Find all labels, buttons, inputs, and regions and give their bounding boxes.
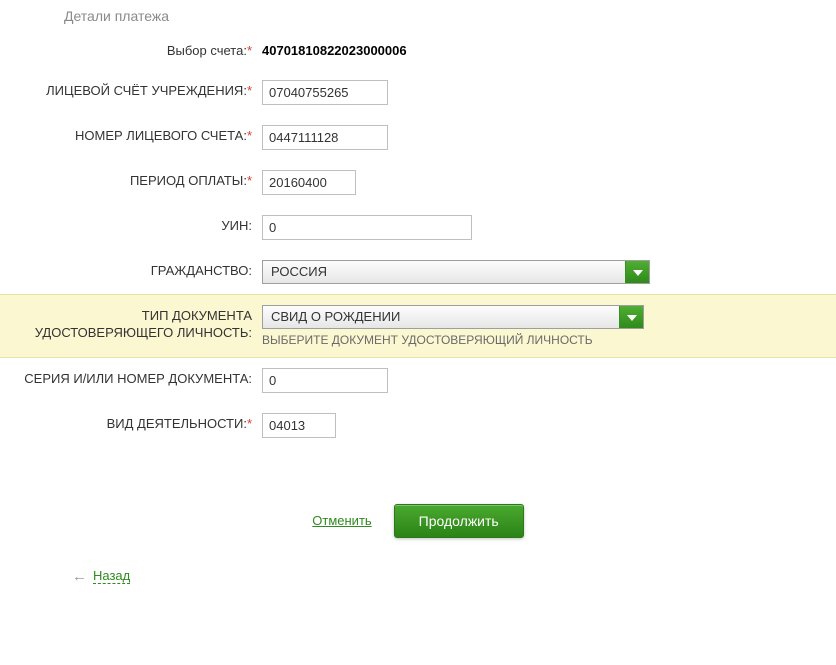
chevron-down-icon (625, 261, 649, 283)
row-institution-account: ЛИЦЕВОЙ СЧЁТ УЧРЕЖДЕНИЯ:* (0, 70, 836, 115)
row-activity: ВИД ДЕЯТЕЛЬНОСТИ:* (0, 403, 836, 448)
row-doc-number: СЕРИЯ И/ИЛИ НОМЕР ДОКУМЕНТА: (0, 358, 836, 403)
doc-type-hint: ВЫБЕРИТЕ ДОКУМЕНТ УДОСТОВЕРЯЮЩИЙ ЛИЧНОСТ… (262, 333, 644, 347)
back-link[interactable]: Назад (93, 568, 130, 584)
select-doc-type[interactable]: СВИД О РОЖДЕНИИ (262, 305, 644, 329)
continue-button[interactable]: Продолжить (394, 504, 524, 538)
input-period[interactable] (262, 170, 356, 195)
actions-bar: Отменить Продолжить (0, 504, 836, 538)
chevron-down-icon (619, 306, 643, 328)
row-account-select: Выбор счета:* 40701810822023000006 (0, 30, 836, 70)
label-account-select: Выбор счета:* (0, 40, 258, 60)
input-activity[interactable] (262, 413, 336, 438)
label-doc-type: ТИП ДОКУМЕНТА УДОСТОВЕРЯЮЩЕГО ЛИЧНОСТЬ: (0, 305, 258, 342)
back-row: ← Назад (0, 568, 836, 585)
select-doc-type-value: СВИД О РОЖДЕНИИ (263, 306, 643, 328)
arrow-left-icon: ← (72, 568, 87, 585)
label-doc-number: СЕРИЯ И/ИЛИ НОМЕР ДОКУМЕНТА: (0, 368, 258, 388)
cancel-link[interactable]: Отменить (312, 513, 371, 528)
label-personal-account: НОМЕР ЛИЦЕВОГО СЧЕТА:* (0, 125, 258, 145)
section-title: Детали платежа (0, 0, 836, 30)
row-period: ПЕРИОД ОПЛАТЫ:* (0, 160, 836, 205)
label-uin: УИН: (0, 215, 258, 235)
label-citizenship: ГРАЖДАНСТВО: (0, 260, 258, 280)
input-institution-account[interactable] (262, 80, 388, 105)
label-institution-account: ЛИЦЕВОЙ СЧЁТ УЧРЕЖДЕНИЯ:* (0, 80, 258, 100)
row-uin: УИН: (0, 205, 836, 250)
input-doc-number[interactable] (262, 368, 388, 393)
select-citizenship[interactable]: РОССИЯ (262, 260, 650, 284)
input-uin[interactable] (262, 215, 472, 240)
input-personal-account[interactable] (262, 125, 388, 150)
row-doc-type: ТИП ДОКУМЕНТА УДОСТОВЕРЯЮЩЕГО ЛИЧНОСТЬ: … (0, 294, 836, 358)
row-citizenship: ГРАЖДАНСТВО: РОССИЯ (0, 250, 836, 294)
value-account-select: 40701810822023000006 (258, 40, 407, 58)
select-citizenship-value: РОССИЯ (263, 261, 649, 283)
row-personal-account: НОМЕР ЛИЦЕВОГО СЧЕТА:* (0, 115, 836, 160)
label-activity: ВИД ДЕЯТЕЛЬНОСТИ:* (0, 413, 258, 433)
label-period: ПЕРИОД ОПЛАТЫ:* (0, 170, 258, 190)
